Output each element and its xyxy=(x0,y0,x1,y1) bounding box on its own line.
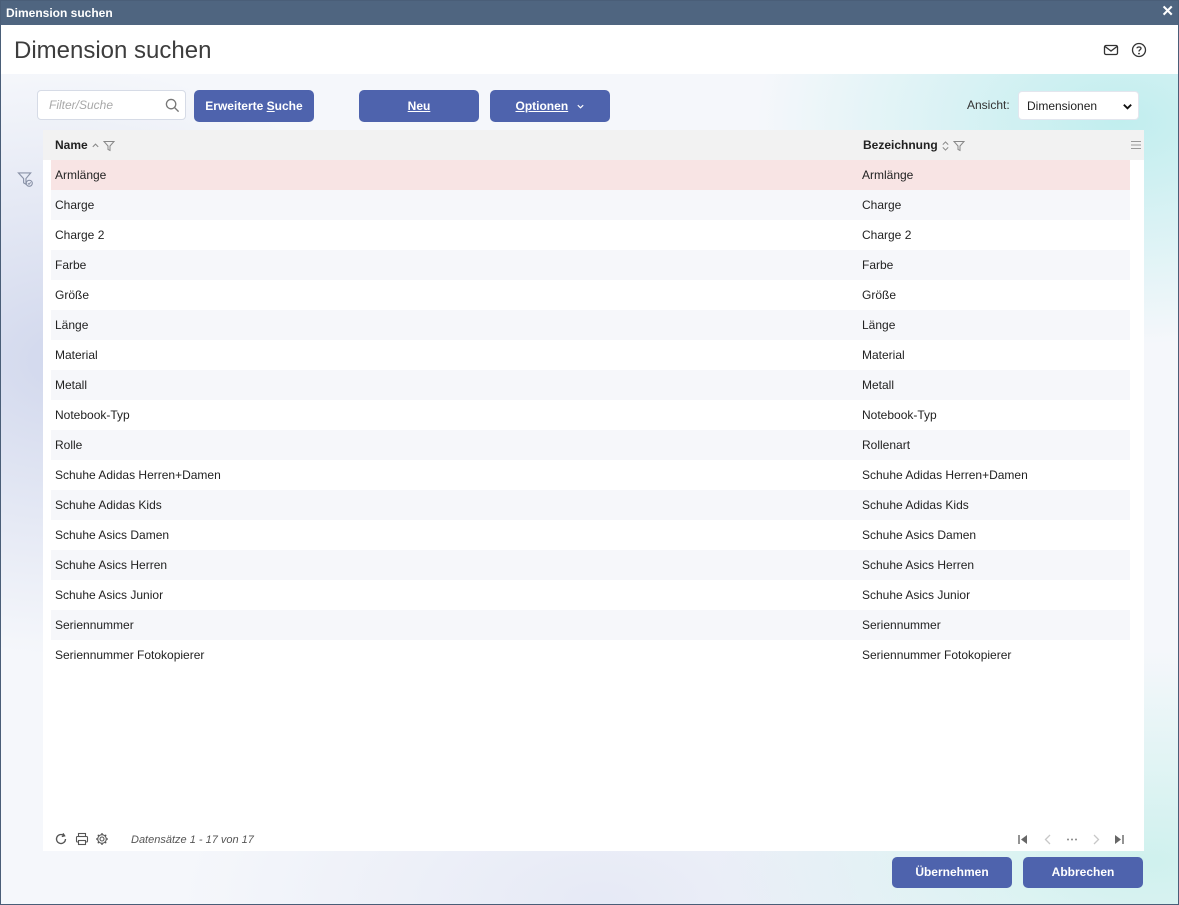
cell-name: Schuhe Adidas Herren+Damen xyxy=(55,468,221,482)
options-button-label: Optionen xyxy=(515,99,569,113)
cell-name: Charge 2 xyxy=(55,228,105,242)
table-row[interactable]: Schuhe Adidas Kids Schuhe Adidas Kids xyxy=(51,490,1130,520)
new-button[interactable]: Neu xyxy=(359,90,479,122)
cell-bezeichnung: Charge xyxy=(862,198,902,212)
cell-bezeichnung: Charge 2 xyxy=(862,228,912,242)
table-row[interactable]: Schuhe Adidas Herren+Damen Schuhe Adidas … xyxy=(51,460,1130,490)
sort-ascending-icon[interactable] xyxy=(91,141,100,150)
previous-page-icon[interactable] xyxy=(1042,833,1054,846)
cell-bezeichnung: Länge xyxy=(862,318,896,332)
table-row[interactable]: Material Material xyxy=(51,340,1130,370)
cell-bezeichnung: Schuhe Asics Herren xyxy=(862,558,975,572)
cell-bezeichnung: Material xyxy=(862,348,905,362)
advanced-search-label-pre: Erweiterte xyxy=(205,99,267,113)
apply-button[interactable]: Übernehmen xyxy=(892,857,1012,888)
table-row[interactable]: Seriennummer Fotokopierer Seriennummer Fo… xyxy=(51,640,1130,670)
record-count: Datensätze 1 - 17 von 17 xyxy=(131,834,254,846)
cell-name: Schuhe Asics Junior xyxy=(55,588,164,602)
cell-bezeichnung: Seriennummer xyxy=(862,618,941,632)
cell-bezeichnung: Farbe xyxy=(862,258,894,272)
title-bar: Dimension suchen ✕ xyxy=(1,1,1178,25)
first-page-icon[interactable] xyxy=(1017,833,1029,846)
page-header: Dimension suchen xyxy=(1,25,1178,74)
cell-name: Schuhe Asics Damen xyxy=(55,528,170,542)
table-row[interactable]: Charge 2 Charge 2 xyxy=(51,220,1130,250)
column-header-bezeichnung[interactable]: Bezeichnung xyxy=(863,138,965,152)
column-header-bezeichnung-label[interactable]: Bezeichnung xyxy=(863,138,938,152)
next-page-icon[interactable] xyxy=(1090,833,1102,846)
column-menu-icon[interactable] xyxy=(1130,140,1142,150)
table-row[interactable]: Notebook-Typ Notebook-Typ xyxy=(51,400,1130,430)
cell-name: Material xyxy=(55,348,98,362)
close-icon[interactable]: ✕ xyxy=(1161,4,1174,20)
filter-icon[interactable] xyxy=(102,140,115,152)
cell-bezeichnung: Metall xyxy=(862,378,895,392)
settings-gear-icon[interactable] xyxy=(95,832,109,846)
cell-name: Notebook-Typ xyxy=(55,408,130,422)
table-row[interactable]: Seriennummer Seriennummer xyxy=(51,610,1130,640)
filter-icon[interactable] xyxy=(952,140,965,152)
advanced-search-button[interactable]: Erweiterte Suche xyxy=(194,90,314,122)
table-row[interactable]: Länge Länge xyxy=(51,310,1130,340)
cell-name: Farbe xyxy=(55,258,87,272)
table-row[interactable]: Farbe Farbe xyxy=(51,250,1130,280)
mail-icon[interactable] xyxy=(1103,42,1119,58)
cell-name: Metall xyxy=(55,378,88,392)
cell-name: Schuhe Asics Herren xyxy=(55,558,168,572)
table-row[interactable]: Metall Metall xyxy=(51,370,1130,400)
view-select-value: Dimensionen xyxy=(1027,99,1098,113)
table-row[interactable]: Schuhe Asics Herren Schuhe Asics Herren xyxy=(51,550,1130,580)
cell-bezeichnung: Notebook-Typ xyxy=(862,408,937,422)
grid-rows: Armlänge Armlänge Charge Charge Charge 2 Char… xyxy=(51,160,1130,670)
grid-header: Name Bezeichnung xyxy=(43,130,1144,160)
chevron-down-icon xyxy=(1123,104,1132,110)
window-title: Dimension suchen xyxy=(6,6,113,20)
cell-bezeichnung: Armlänge xyxy=(862,168,914,182)
search-icon[interactable] xyxy=(165,98,180,113)
search-box xyxy=(37,90,186,120)
refresh-icon[interactable] xyxy=(54,832,68,846)
cell-bezeichnung: Rollenart xyxy=(862,438,911,452)
advanced-search-label-post: uche xyxy=(274,99,303,113)
column-header-name-label[interactable]: Name xyxy=(55,138,88,152)
cell-bezeichnung: Schuhe Asics Damen xyxy=(862,528,977,542)
cell-bezeichnung: Schuhe Adidas Herren+Damen xyxy=(862,468,1028,482)
more-pages-icon[interactable] xyxy=(1066,833,1078,846)
cell-name: Charge xyxy=(55,198,95,212)
chevron-down-icon xyxy=(576,105,584,110)
page-title: Dimension suchen xyxy=(14,37,212,64)
print-icon[interactable] xyxy=(75,832,89,846)
cell-bezeichnung: Größe xyxy=(862,288,897,302)
table-row[interactable]: Armlänge Armlänge xyxy=(51,160,1130,190)
options-button[interactable]: Optionen xyxy=(490,90,610,122)
dialog-window: Dimension suchen ✕ Dimension suchen Erwe… xyxy=(0,0,1179,905)
advanced-search-label-accesskey: S xyxy=(266,99,275,113)
table-row[interactable]: Schuhe Asics Junior Schuhe Asics Junior xyxy=(51,580,1130,610)
new-button-label: Neu xyxy=(407,99,431,113)
view-label: Ansicht: xyxy=(967,98,1010,112)
table-row[interactable]: Charge Charge xyxy=(51,190,1130,220)
data-grid: Name Bezeichnung Armlänge Armlänge Charge C… xyxy=(43,130,1144,851)
cell-name: Armlänge xyxy=(55,168,107,182)
filter-settings-icon[interactable] xyxy=(17,171,34,188)
table-row[interactable]: Größe Größe xyxy=(51,280,1130,310)
table-row[interactable]: Rolle Rollenart xyxy=(51,430,1130,460)
cell-name: Seriennummer xyxy=(55,618,134,632)
cell-bezeichnung: Schuhe Asics Junior xyxy=(862,588,971,602)
cell-bezeichnung: Schuhe Adidas Kids xyxy=(862,498,969,512)
cell-name: Seriennummer Fotokopierer xyxy=(55,648,205,662)
cell-bezeichnung: Seriennummer Fotokopierer xyxy=(862,648,1012,662)
help-icon[interactable] xyxy=(1131,42,1147,58)
last-page-icon[interactable] xyxy=(1113,833,1125,846)
cell-name: Rolle xyxy=(55,438,83,452)
column-header-name[interactable]: Name xyxy=(55,138,115,152)
cell-name: Schuhe Adidas Kids xyxy=(55,498,162,512)
cell-name: Länge xyxy=(55,318,89,332)
cell-name: Größe xyxy=(55,288,90,302)
search-input[interactable] xyxy=(38,91,169,119)
cancel-button[interactable]: Abbrechen xyxy=(1023,857,1143,888)
table-row[interactable]: Schuhe Asics Damen Schuhe Asics Damen xyxy=(51,520,1130,550)
sort-unsorted-icon[interactable] xyxy=(941,140,950,152)
view-select[interactable]: Dimensionen xyxy=(1018,91,1139,120)
